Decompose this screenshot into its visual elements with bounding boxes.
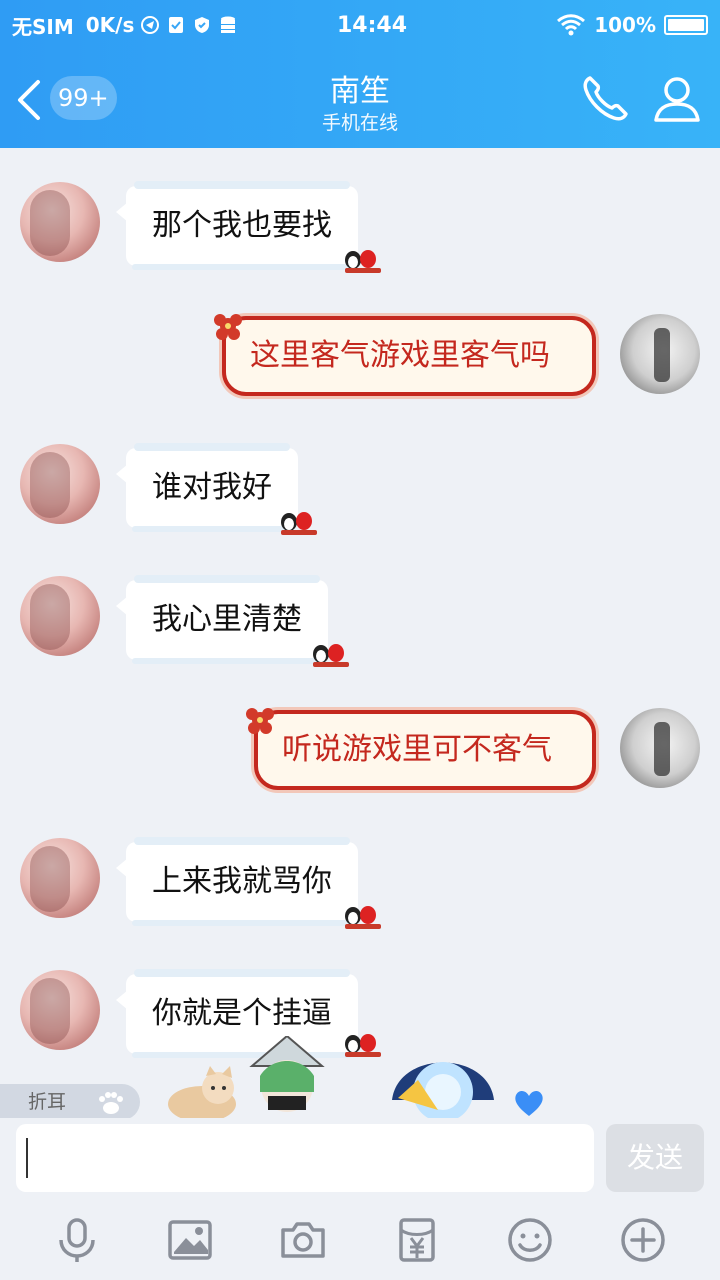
message-text: 上来我就骂你 [152,864,332,899]
message-text: 那个我也要找 [152,208,332,243]
storage-icon [221,16,236,33]
wifi-icon [557,14,586,36]
contact-avatar[interactable] [20,970,100,1050]
status-bar: 无SIM 0K/s 14:44 100% [0,0,720,50]
message-row: 这里客气游戏里客气吗 [0,314,720,414]
message-row: 谁对我好 [0,443,720,544]
profile-icon[interactable] [650,72,704,126]
flower-decoration-icon [214,314,242,340]
my-avatar[interactable] [620,314,700,394]
penguin-sleigh-icon [313,644,349,667]
plus-icon[interactable] [619,1216,667,1264]
message-row: 你就是个挂逼 [0,969,720,1070]
penguin-sleigh-icon [281,512,317,535]
message-row: 那个我也要找 [0,181,720,282]
fold-tab[interactable]: 折耳 [0,1084,140,1120]
message-text: 你就是个挂逼 [152,996,332,1031]
chat-header: 99+ 南笙 手机在线 [0,50,720,148]
battery-icon [664,15,708,35]
message-bubble[interactable]: 谁对我好 [116,443,298,532]
character-decoration-icon [249,1036,325,1112]
task-icon [169,17,184,33]
message-row: 我心里清楚 [0,575,720,676]
send-button[interactable]: 发送 [606,1124,704,1192]
shield-icon [195,17,210,33]
clock: 14:44 [336,12,408,38]
contact-avatar[interactable] [20,182,100,262]
message-text: 这里客气游戏里客气吗 [250,338,550,373]
paw-icon [99,1092,123,1114]
character-decoration-icon [392,1062,494,1120]
emoji-icon[interactable] [506,1216,554,1264]
input-toolbar [0,1200,720,1280]
red-packet-icon[interactable] [393,1216,441,1264]
penguin-sleigh-icon [345,906,381,929]
flower-decoration-icon [246,708,274,734]
penguin-sleigh-icon [345,1034,381,1057]
heart-icon [515,1090,543,1116]
message-input[interactable] [16,1124,594,1192]
my-avatar[interactable] [620,708,700,788]
browser-icon [141,16,160,34]
message-bubble[interactable]: 上来我就骂你 [116,837,358,926]
text-caret [26,1138,28,1178]
message-bubble[interactable]: 那个我也要找 [116,181,358,270]
message-row: 上来我就骂你 [0,837,720,938]
carrier-label: 无SIM [12,14,74,39]
message-text: 谁对我好 [152,470,272,505]
contact-avatar[interactable] [20,838,100,918]
penguin-sleigh-icon [345,250,381,273]
message-row: 听说游戏里可不客气 [0,708,720,808]
phone-icon[interactable] [578,72,632,126]
microphone-icon[interactable] [53,1216,101,1264]
message-text: 听说游戏里可不客气 [282,732,552,767]
message-bubble[interactable]: 这里客气游戏里客气吗 [222,316,596,396]
message-bubble[interactable]: 我心里清楚 [116,575,328,664]
fold-tab-label: 折耳 [28,1091,67,1113]
contact-avatar[interactable] [20,576,100,656]
message-list[interactable]: 那个我也要找 这里客气游戏里客气吗 谁对我好 我心里清楚 听说游戏里可不客气 上… [0,148,720,1118]
battery-percent: 100% [594,13,656,37]
message-text: 我心里清楚 [152,602,302,637]
image-icon[interactable] [166,1216,214,1264]
network-speed: 0K/s [85,13,135,37]
camera-icon[interactable] [279,1216,327,1264]
input-area: 发送 [0,1118,720,1200]
contact-avatar[interactable] [20,444,100,524]
message-bubble[interactable]: 听说游戏里可不客气 [254,710,596,790]
